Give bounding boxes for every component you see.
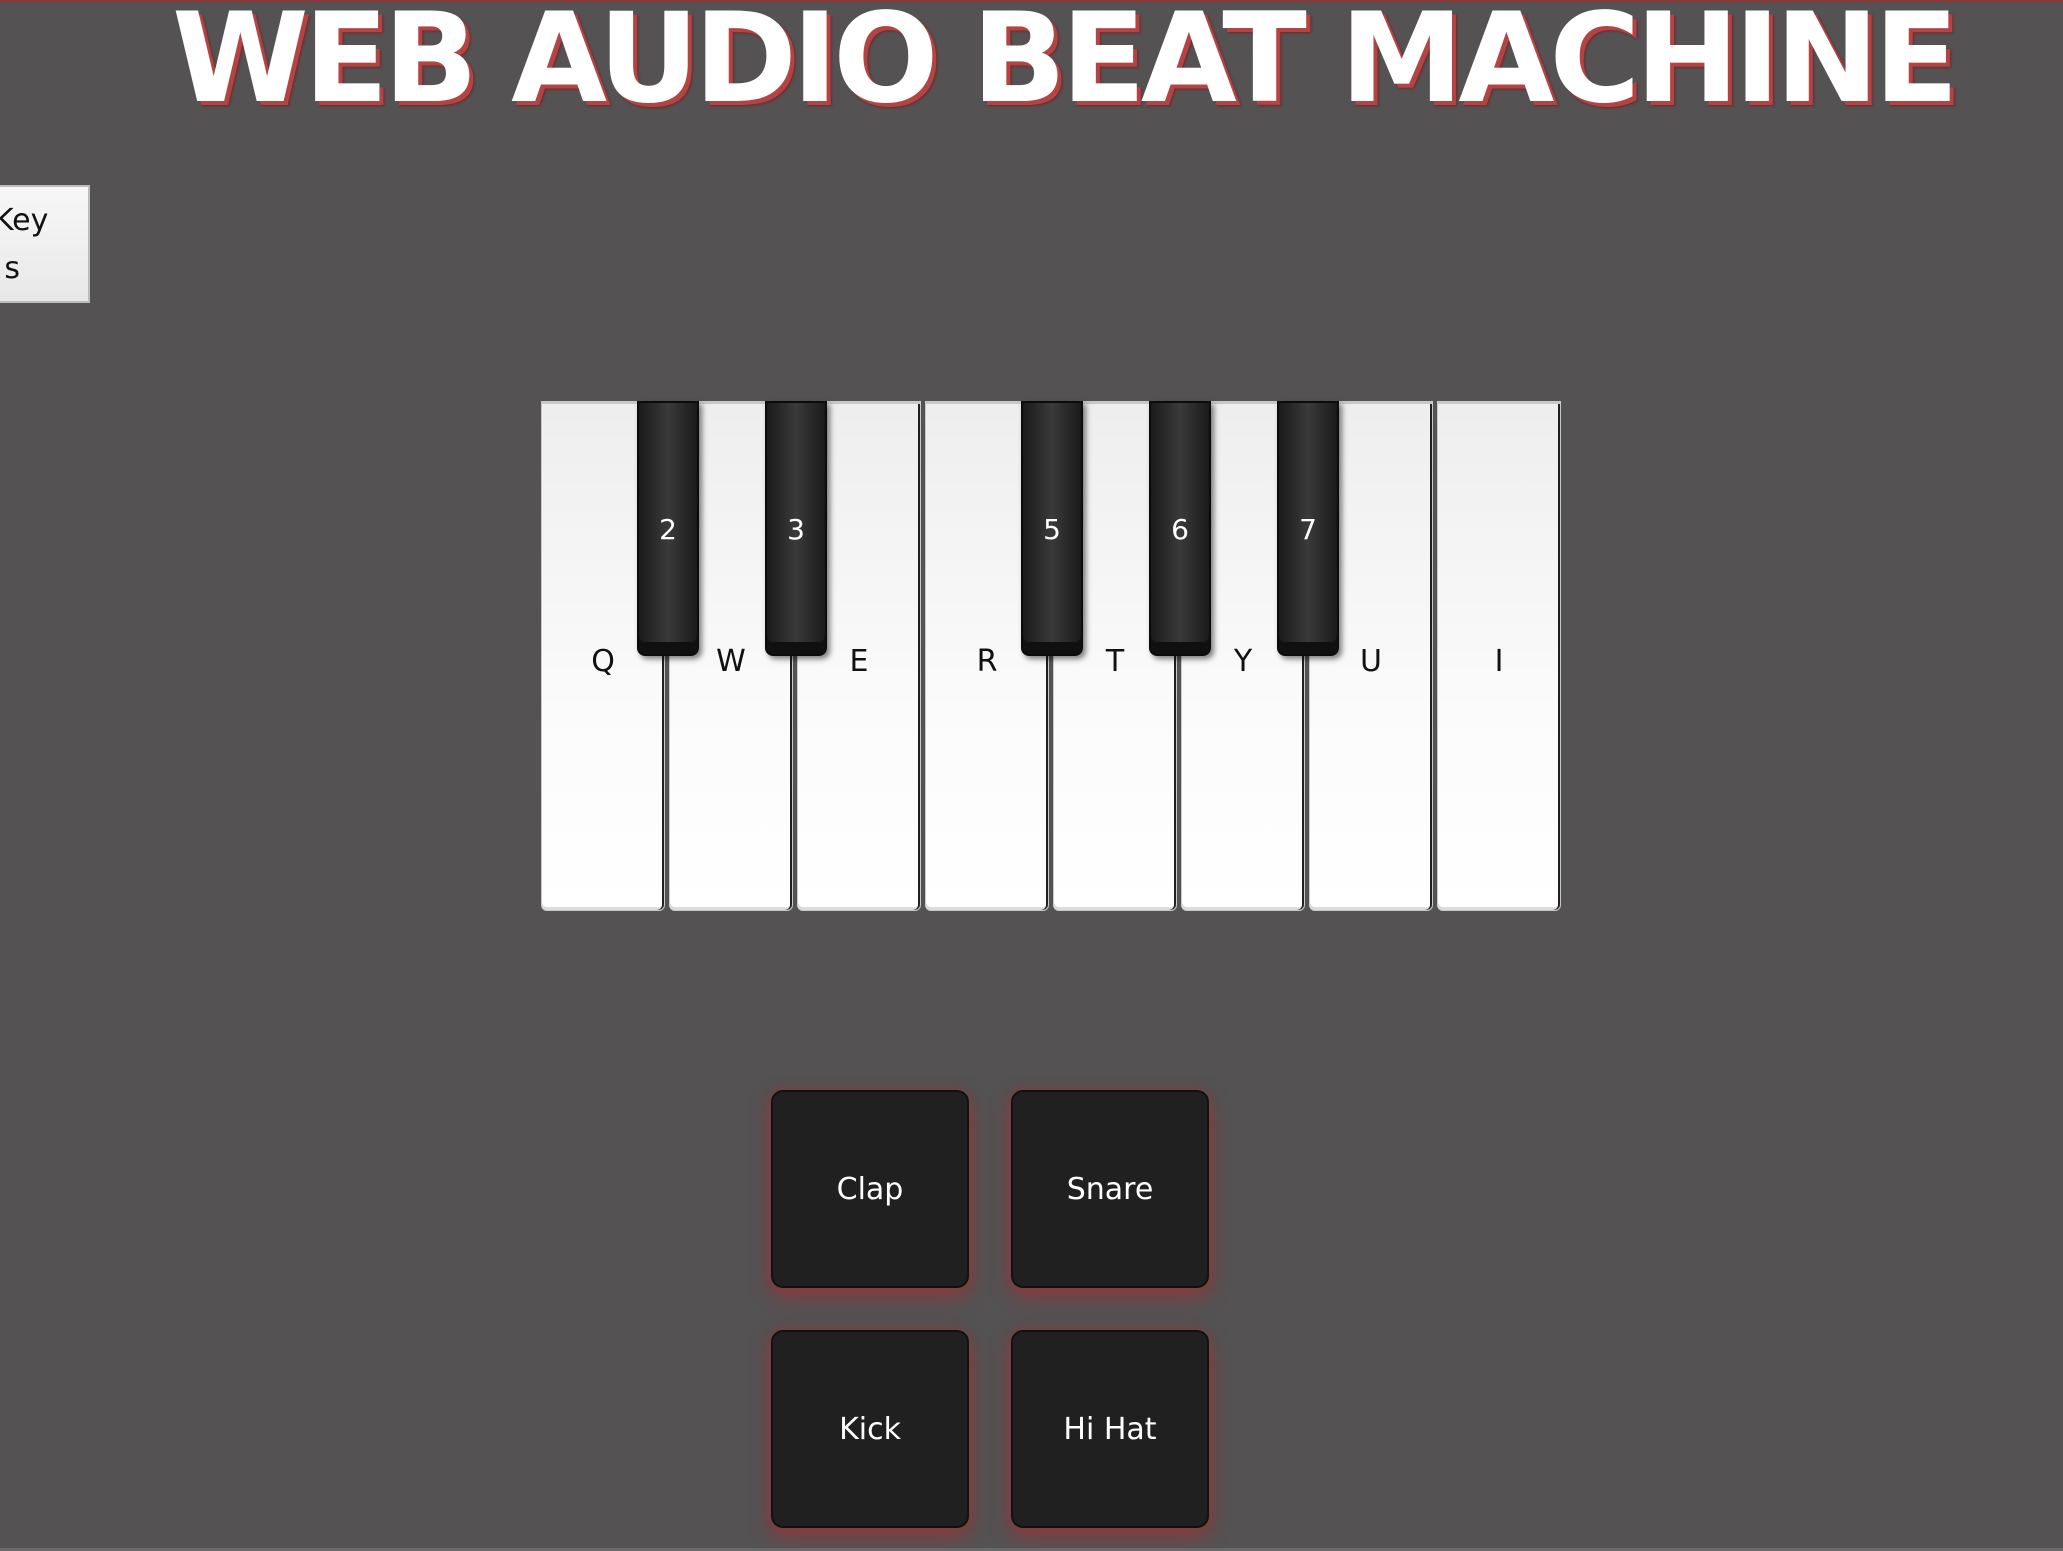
piano-key-label: I bbox=[1494, 644, 1504, 679]
key-toggle-label-line2: s bbox=[4, 251, 20, 286]
piano-key-label: 3 bbox=[787, 513, 805, 546]
kick-pad[interactable]: Kick bbox=[771, 1330, 969, 1528]
page-title: WEB AUDIO BEAT MACHINE bbox=[172, 0, 1959, 131]
piano-key-label: 7 bbox=[1299, 513, 1317, 546]
piano-key-7[interactable]: 7 bbox=[1277, 401, 1339, 656]
piano-key-5[interactable]: 5 bbox=[1021, 401, 1083, 656]
pad-label: Kick bbox=[839, 1411, 901, 1447]
key-toggle-label-line1: Key bbox=[0, 203, 49, 238]
snare-pad[interactable]: Snare bbox=[1011, 1090, 1209, 1288]
hi-hat-pad[interactable]: Hi Hat bbox=[1011, 1330, 1209, 1528]
piano-key-i[interactable]: I bbox=[1437, 401, 1561, 911]
piano-keyboard: Q W E R T Y U I 2 3 5 6 7 bbox=[541, 401, 1564, 913]
piano-key-3[interactable]: 3 bbox=[765, 401, 827, 656]
clap-pad[interactable]: Clap bbox=[771, 1090, 969, 1288]
key-labels-toggle[interactable]: Key s bbox=[0, 185, 90, 303]
piano-key-2[interactable]: 2 bbox=[637, 401, 699, 656]
piano-key-label: 6 bbox=[1171, 513, 1189, 546]
pad-label: Clap bbox=[836, 1171, 904, 1207]
pad-label: Hi Hat bbox=[1063, 1411, 1157, 1447]
pad-label: Snare bbox=[1066, 1171, 1154, 1207]
piano-key-6[interactable]: 6 bbox=[1149, 401, 1211, 656]
drum-pad-grid: Clap Snare Kick Hi Hat bbox=[771, 1090, 1211, 1530]
piano-key-label: 5 bbox=[1043, 513, 1061, 546]
piano-key-label: 2 bbox=[659, 513, 677, 546]
